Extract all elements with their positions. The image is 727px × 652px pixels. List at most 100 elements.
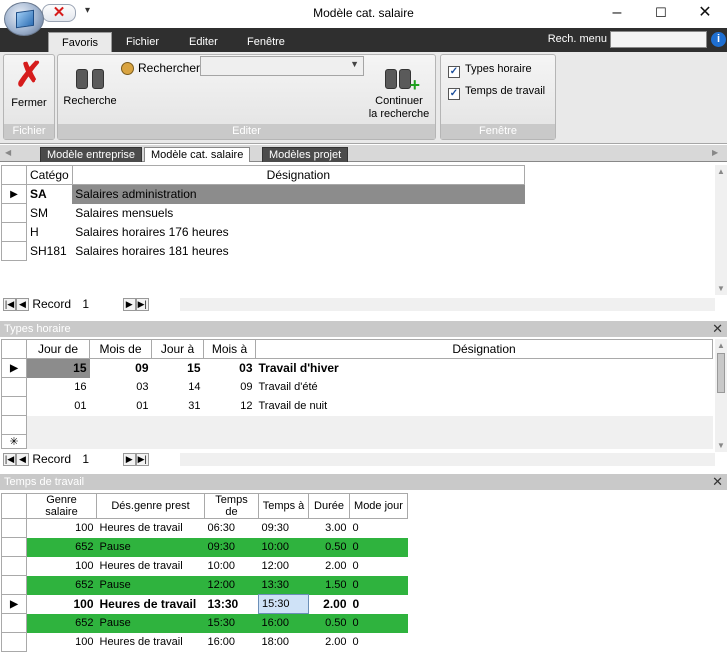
- cell-genre[interactable]: 100: [27, 519, 97, 538]
- new-row[interactable]: ✳: [1, 434, 713, 449]
- next-record-icon[interactable]: ▶: [122, 453, 136, 466]
- cell-mode[interactable]: 0: [349, 537, 408, 557]
- maximize-button[interactable]: ☐: [639, 0, 683, 27]
- cell-genre[interactable]: 100: [27, 595, 97, 614]
- cell-mois-de[interactable]: 03: [90, 378, 152, 397]
- cell-designation[interactable]: Salaires mensuels: [72, 204, 524, 223]
- cell-duree[interactable]: 2.00: [309, 633, 350, 652]
- table-row[interactable]: 652 Pause 09:30 10:00 0.50 0: [1, 537, 408, 557]
- cell-jour-a[interactable]: 14: [152, 378, 204, 397]
- record-number-input[interactable]: 1: [74, 452, 120, 467]
- cell-code[interactable]: SH181: [27, 242, 73, 261]
- cell-designation[interactable]: Travail d'été: [256, 378, 713, 397]
- table-row[interactable]: 100 Heures de travail 06:30 09:30 3.00 0: [1, 518, 408, 538]
- categories-horizontal-scrollbar[interactable]: [180, 298, 715, 311]
- cell-jour-de[interactable]: 01: [27, 397, 90, 416]
- cell-temps-a[interactable]: 18:00: [259, 633, 309, 652]
- scroll-down-arrow-icon[interactable]: ▼: [717, 441, 725, 450]
- last-record-icon[interactable]: ▶|: [135, 298, 149, 311]
- cell-genre[interactable]: 100: [27, 557, 97, 576]
- cell-temps-de[interactable]: 09:30: [204, 537, 259, 557]
- tab-favoris[interactable]: Favoris: [48, 32, 113, 52]
- doc-tab-modeles-projet[interactable]: Modèles projet: [262, 147, 349, 162]
- close-panel-icon[interactable]: ✕: [712, 474, 723, 490]
- cell-temps-de[interactable]: 12:00: [204, 575, 259, 595]
- table-row[interactable]: 100 Heures de travail 16:00 18:00 2.00 0: [1, 632, 408, 652]
- cell-temps-de[interactable]: 13:30: [205, 595, 259, 614]
- row-selector[interactable]: [1, 377, 27, 397]
- first-record-icon[interactable]: |◀: [3, 298, 16, 311]
- search-menu-input[interactable]: [610, 31, 707, 48]
- cell-des[interactable]: Heures de travail: [97, 633, 205, 652]
- table-row[interactable]: ▶ SA Salaires administration: [1, 184, 525, 204]
- table-row[interactable]: 652 Pause 15:30 16:00 0.50 0: [1, 613, 408, 633]
- scroll-down-arrow-icon[interactable]: ▼: [717, 284, 725, 293]
- cell-mode[interactable]: 0: [350, 595, 408, 614]
- tab-fenetre[interactable]: Fenêtre: [234, 32, 298, 52]
- table-row[interactable]: H Salaires horaires 176 heures: [1, 222, 525, 242]
- col-header-jour-de[interactable]: Jour de: [26, 339, 90, 359]
- cell-designation[interactable]: Salaires horaires 181 heures: [72, 242, 524, 261]
- row-selector[interactable]: [1, 415, 27, 435]
- row-selector[interactable]: [1, 203, 27, 223]
- cell-duree[interactable]: 3.00: [309, 519, 350, 538]
- cell-jour-de[interactable]: 16: [27, 378, 90, 397]
- row-selector[interactable]: [1, 556, 27, 576]
- tab-editer[interactable]: Editer: [176, 32, 231, 52]
- row-selector[interactable]: [1, 575, 27, 595]
- cell-designation[interactable]: Travail de nuit: [256, 397, 713, 416]
- cell-mois-de[interactable]: 01: [90, 397, 152, 416]
- cell-designation[interactable]: Travail d'hiver: [256, 359, 713, 378]
- cell-des[interactable]: Heures de travail: [97, 595, 205, 614]
- col-header-categorie[interactable]: Catégo: [26, 165, 73, 185]
- cell-temps-de[interactable]: 06:30: [205, 519, 259, 538]
- row-selector-current-icon[interactable]: ▶: [1, 594, 27, 614]
- cell-designation[interactable]: Salaires horaires 176 heures: [72, 223, 524, 242]
- cell-duree[interactable]: 0.50: [308, 537, 350, 557]
- col-header-mois-de[interactable]: Mois de: [89, 339, 152, 359]
- table-row[interactable]: 01 01 31 12 Travail de nuit: [1, 396, 713, 416]
- cell-mois-de[interactable]: 09: [90, 359, 152, 378]
- cell-mode[interactable]: 0: [349, 575, 408, 595]
- col-header-designation[interactable]: Désignation: [71, 165, 526, 185]
- table-row[interactable]: SM Salaires mensuels: [1, 203, 525, 223]
- types-horaire-checkbox[interactable]: ✓ Types horaire: [448, 62, 532, 78]
- cell-des[interactable]: Pause: [96, 613, 205, 633]
- cell-des[interactable]: Heures de travail: [97, 519, 205, 538]
- table-row[interactable]: 100 Heures de travail 10:00 12:00 2.00 0: [1, 556, 408, 576]
- cell-genre[interactable]: 652: [26, 537, 97, 557]
- table-row[interactable]: ▶ 100 Heures de travail 13:30 15:30 2.00…: [1, 594, 408, 614]
- tabs-left-arrow-icon[interactable]: ◀: [5, 148, 11, 157]
- row-selector[interactable]: [1, 613, 27, 633]
- col-header-temps-a[interactable]: Temps à: [258, 493, 309, 519]
- cell-mode[interactable]: 0: [349, 613, 408, 633]
- cell-code[interactable]: SM: [27, 204, 73, 223]
- cell-des[interactable]: Pause: [96, 575, 205, 595]
- col-header-temps-de[interactable]: Temps de: [204, 493, 259, 519]
- cell-mois-a[interactable]: 12: [204, 397, 256, 416]
- cell-genre[interactable]: 100: [27, 633, 97, 652]
- cell-temps-a[interactable]: 13:30: [258, 575, 309, 595]
- col-header-mois-a[interactable]: Mois à: [203, 339, 256, 359]
- scroll-thumb[interactable]: [717, 353, 725, 393]
- first-record-icon[interactable]: |◀: [3, 453, 16, 466]
- cell-temps-de[interactable]: 15:30: [204, 613, 259, 633]
- types-horaire-horizontal-scrollbar[interactable]: [180, 453, 715, 466]
- table-row[interactable]: ▶ 15 09 15 03 Travail d'hiver: [1, 358, 713, 378]
- table-row[interactable]: 16 03 14 09 Travail d'été: [1, 377, 713, 397]
- new-row-asterisk-icon[interactable]: ✳: [1, 434, 27, 449]
- cell-designation[interactable]: Salaires administration: [72, 184, 525, 204]
- col-header-genre-salaire[interactable]: Genre salaire: [26, 493, 97, 519]
- cell-des[interactable]: Heures de travail: [97, 557, 205, 576]
- quick-access-close-icon[interactable]: ✕: [42, 4, 76, 22]
- minimize-button[interactable]: –: [595, 0, 639, 27]
- cell-mois-a[interactable]: 03: [204, 359, 256, 378]
- prev-record-icon[interactable]: ◀: [16, 453, 29, 466]
- cell-genre[interactable]: 652: [26, 613, 97, 633]
- application-menu-orb[interactable]: [4, 2, 44, 36]
- tab-fichier[interactable]: Fichier: [113, 32, 172, 52]
- cell-duree[interactable]: 1.50: [308, 575, 350, 595]
- row-selector[interactable]: [1, 632, 27, 652]
- cell-temps-a[interactable]: 12:00: [259, 557, 309, 576]
- close-window-button[interactable]: ✕: [683, 0, 727, 27]
